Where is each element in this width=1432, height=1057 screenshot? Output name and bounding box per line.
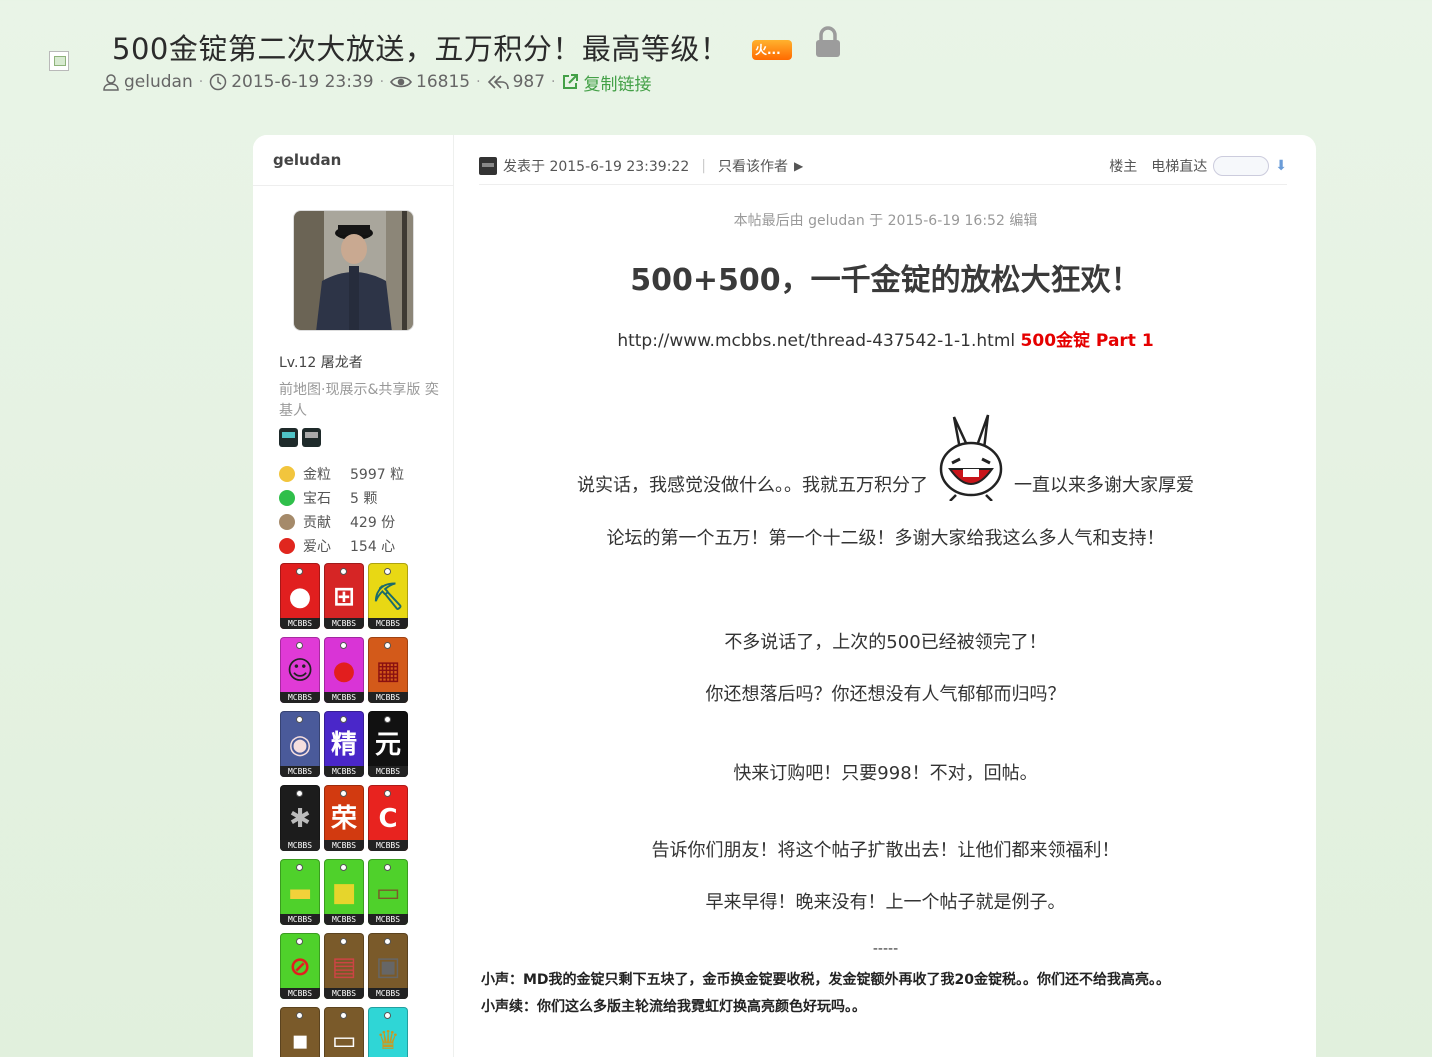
medal-pickaxe-icon[interactable]: ⛏ MCBBS [368,563,408,629]
user-group: 前地图·现展示&共享版 奕基人 [279,382,439,419]
external-link-icon [563,74,579,89]
medal-block-icon[interactable]: ■ MCBBS [324,859,364,925]
medal-book-icon[interactable]: ▤ MCBBS [324,933,364,999]
mini-badges [279,428,321,447]
chevron-right-icon: ▶ [793,158,804,173]
paragraph-2: 论坛的第一个五万！第一个十二级！多谢大家给我这么多人气和支持！ [606,528,1165,549]
medal-person-icon[interactable]: ☺ MCBBS [280,637,320,703]
cookie-icon [279,514,295,530]
post-header: 发表于 2015-6-19 23:39:22 | 只看该作者 ▶ 楼主 电梯直达… [479,147,1287,185]
avatar[interactable] [293,210,414,331]
paragraph-1: 说实话，我感觉没做什么。。我就五万积分了 一直以来多谢大家厚爱 [455,414,1316,501]
floor-label: 楼主 [1109,158,1138,175]
medal-windows-icon[interactable]: ⊞ MCBBS [324,563,364,629]
whisper-note-2: 小声续：你们这么多版主轮流给我霓虹灯换高亮颜色好玩吗。。 [481,999,866,1015]
user-stats: 金粒 5997 粒 宝石 5 颗 贡献 429 份 爱心 154 心 [279,462,404,558]
rabbit-emoji-icon [939,414,1003,501]
lock-icon [816,26,840,57]
part1-label: 500金锭 Part 1 [1020,331,1154,351]
reply-count: 987 [512,72,546,92]
separator-dashes: ----- [872,941,899,957]
thread-meta: geludan · 2015-6-19 23:39 · 16815 · 987 … [102,70,651,95]
user-level: Lv.12 屠龙者 [279,355,363,371]
apple-icon [279,538,295,554]
stat-contribution: 贡献 429 份 [279,510,404,534]
medal-rong-icon[interactable]: 荣 MCBBS [324,785,364,851]
clock-icon [209,73,227,91]
copy-link[interactable]: 复制链接 [583,70,651,95]
link-line: http://www.mcbbs.net/thread-437542-1-1.h… [455,326,1316,351]
medal-grid: ● MCBBS ⊞ MCBBS ⛏ MCBBS ☺ MCBBS ● MCBBS ▦ MCBB… [280,563,410,1057]
online-status-icon [479,156,497,175]
whisper-note-1: 小声：MD我的金锭只剩下五块了，金币换金锭要收税，发金锭额外再收了我20金锭税。… [481,972,1171,988]
medal-yuan-icon[interactable]: 元 MCBBS [368,711,408,777]
emerald-icon [279,490,295,506]
author-sidebar: geludan Lv.12 屠龙者 前地图·现展示&共享版 奕基人 金粒 599… [253,135,454,1057]
paragraph-6: 告诉你们朋友！将这个帖子扩散出去！让他们都来领福利！ [651,840,1120,861]
thread-datetime: 2015-6-19 23:39 [231,72,374,92]
medal-trophy-icon[interactable]: ♛MCBBS [368,1007,408,1057]
edit-note: 本帖最后由 geludan 于 2015-6-19 16:52 编辑 [733,213,1038,229]
arrow-down-icon[interactable]: ⬇ [1275,158,1287,174]
minecart-badge-icon [279,428,298,447]
stat-heart: 爱心 154 心 [279,534,404,558]
post-content: 发表于 2015-6-19 23:39:22 | 只看该作者 ▶ 楼主 电梯直达… [455,135,1316,1057]
medal-cake-icon[interactable]: ◉ MCBBS [280,711,320,777]
post-card: geludan Lv.12 屠龙者 前地图·现展示&共享版 奕基人 金粒 599… [253,135,1316,1057]
user-icon [103,74,119,91]
minecart-badge-icon [302,428,321,447]
thread-icon-image [49,51,69,71]
medal-cobweb-icon[interactable]: ✱ MCBBS [280,785,320,851]
paragraph-5: 快来订购吧！只要998！不对，回帖。 [733,763,1038,784]
medal-no-icon[interactable]: ⊘ MCBBS [280,933,320,999]
thread-link[interactable]: http://www.mcbbs.net/thread-437542-1-1.h… [617,331,1015,351]
medal-gold-ingot-icon[interactable]: ▬ MCBBS [280,859,320,925]
elevator-label: 电梯直达 [1151,158,1208,175]
paragraph-4: 你还想落后吗？你还想没有人气郁郁而归吗？ [705,684,1066,705]
view-count: 16815 [416,72,471,92]
paragraph-7: 早来早得！晚来没有！上一个帖子就是例子。 [705,892,1066,913]
posted-at: 发表于 2015-6-19 23:39:22 [503,158,690,175]
medal-news-icon[interactable]: ▭ MCBBS [368,859,408,925]
paragraph-3: 不多说话了，上次的500已经被领完了！ [724,632,1047,653]
hot-badge: 火... [752,40,792,60]
elevator-input[interactable] [1213,155,1270,176]
medal-furnace-icon[interactable]: ▣ MCBBS [368,933,408,999]
medal-jing-icon[interactable]: 精 MCBBS [324,711,364,777]
eye-icon [390,76,412,88]
medal-apple-red-icon[interactable]: ● MCBBS [324,637,364,703]
post-heading: 500+500，一千金锭的放松大狂欢！ [630,263,1141,298]
medal-painting-icon[interactable]: ▭MCBBS [324,1007,364,1057]
only-author-link[interactable]: 只看该作者 [718,156,788,176]
medal-redstone-icon[interactable]: ▦ MCBBS [368,637,408,703]
reply-icon [487,75,509,90]
medal-brown-icon[interactable]: ▪MCBBS [280,1007,320,1057]
thread-title: 500金锭第二次大放送，五万积分！最高等级！ [112,32,730,66]
stat-gem: 宝石 5 颗 [279,486,404,510]
gold-nugget-icon [279,466,295,482]
medal-c-icon[interactable]: C MCBBS [368,785,408,851]
author-name[interactable]: geludan [124,72,193,92]
medal-apple-icon[interactable]: ● MCBBS [280,563,320,629]
stat-gold: 金粒 5997 粒 [279,462,404,486]
sidebar-username[interactable]: geludan [273,151,341,169]
